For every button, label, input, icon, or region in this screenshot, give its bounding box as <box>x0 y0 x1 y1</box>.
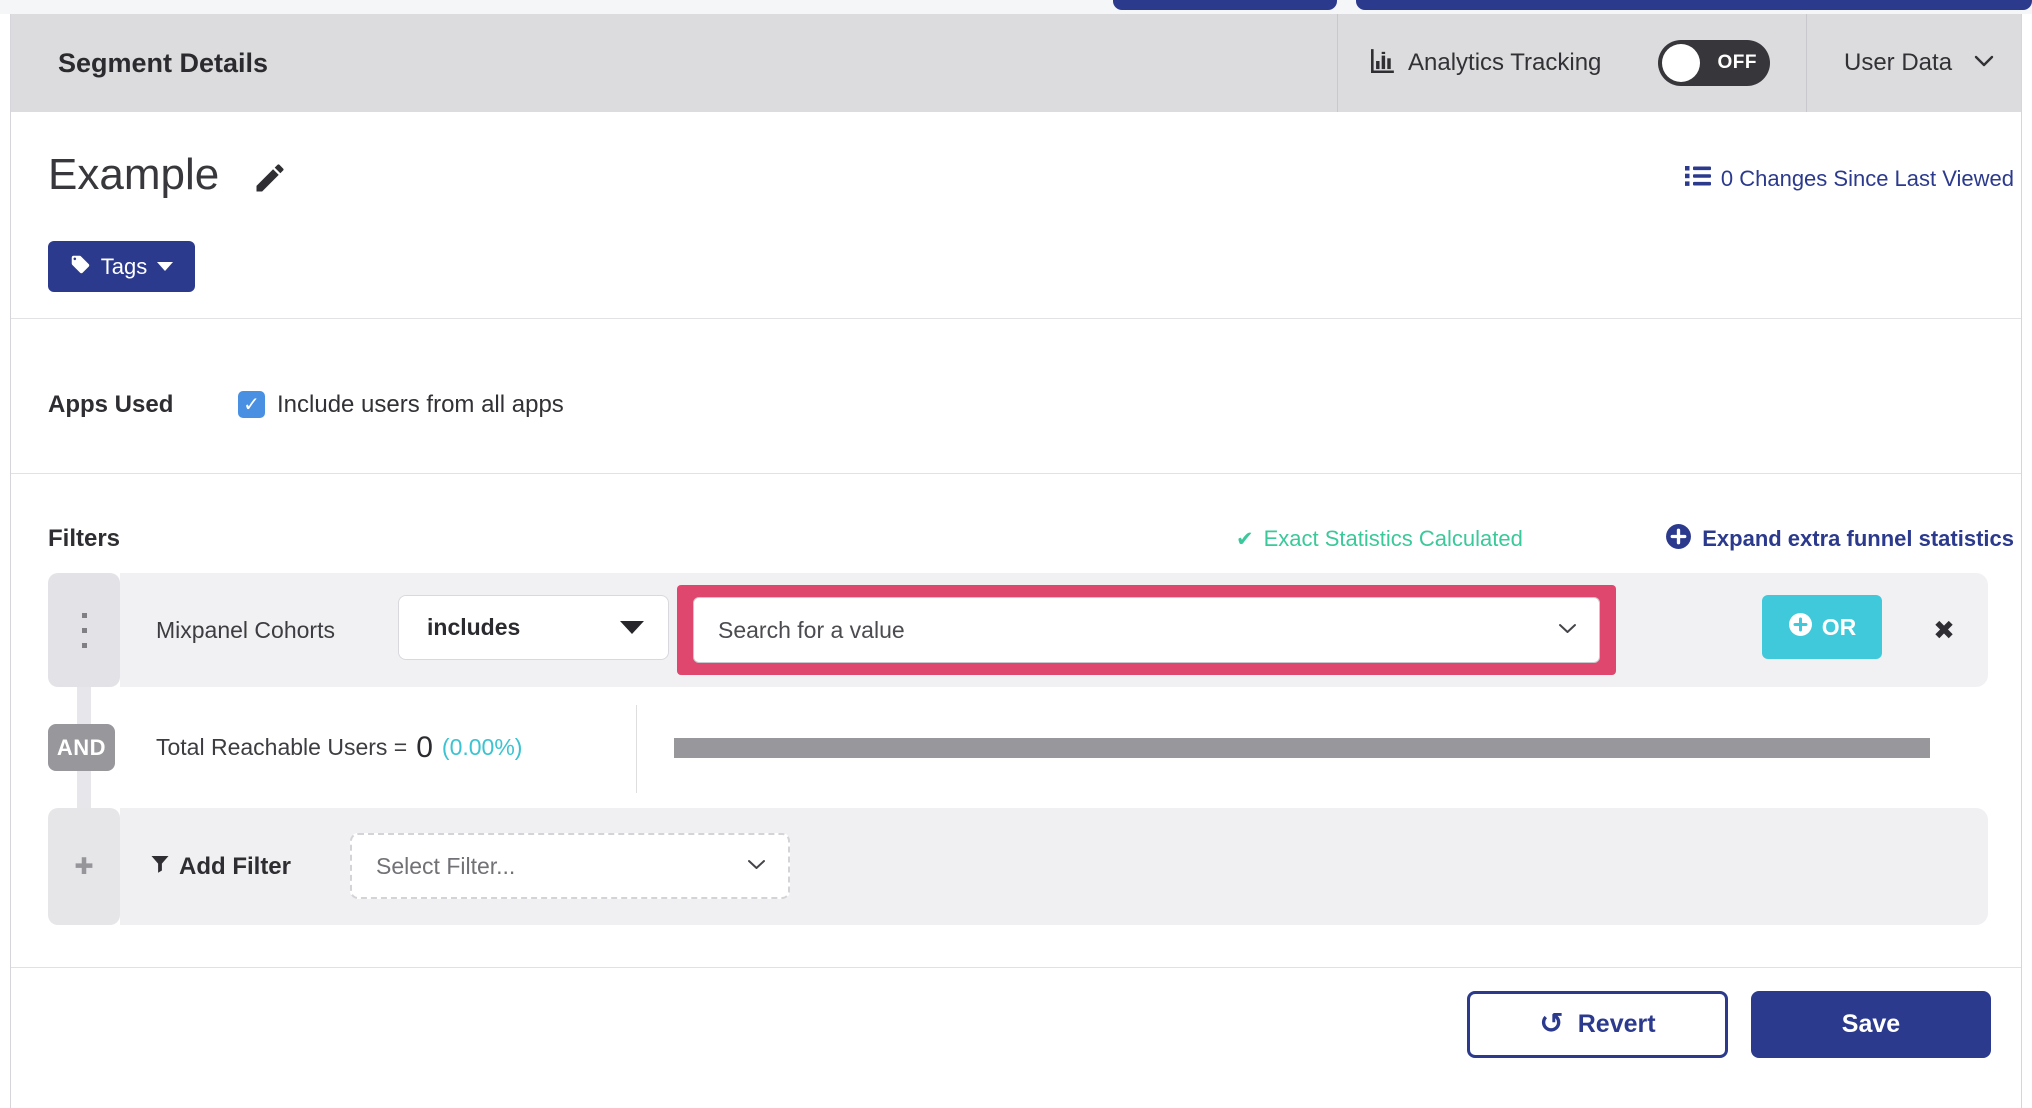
edit-pencil-icon[interactable] <box>252 160 288 196</box>
top-tab-right-button[interactable] <box>1356 0 2032 10</box>
changelog-list-icon <box>1684 165 1711 193</box>
tags-button[interactable]: Tags <box>48 241 195 292</box>
filter-drag-handle[interactable] <box>48 573 120 687</box>
include-all-apps-label: Include users from all apps <box>277 391 564 418</box>
or-button-label: OR <box>1821 613 1857 640</box>
remove-filter-button[interactable]: ✖ <box>1908 573 1980 687</box>
section-divider <box>11 318 2021 319</box>
page-title: Segment Details <box>58 48 269 78</box>
add-filter-label: Add Filter <box>179 852 291 880</box>
chevron-down-icon <box>747 857 766 875</box>
select-filter-dropdown[interactable]: Select Filter... <box>350 833 790 899</box>
plus-icon: ✚ <box>74 853 94 879</box>
reach-percent: (0.00%) <box>441 734 523 760</box>
value-select-placeholder: Search for a value <box>718 616 905 643</box>
add-filter-plus-box[interactable]: ✚ <box>48 808 120 925</box>
segment-details-page: Segment Details Analytics Tracking OFF U… <box>0 0 2032 1108</box>
exact-statistics-status: ✔ Exact Statistics Calculated <box>1236 515 1523 563</box>
reach-meter-bar <box>674 738 1930 758</box>
include-all-apps-checkbox[interactable]: ✓ <box>238 391 265 418</box>
toggle-knob[interactable] <box>1662 44 1700 82</box>
save-button-label: Save <box>1841 1010 1901 1038</box>
funnel-icon <box>150 854 170 880</box>
add-filter-group: Add Filter <box>150 808 291 925</box>
revert-button[interactable]: ↺ Revert <box>1467 991 1728 1058</box>
reach-value: 0 <box>416 730 433 764</box>
filter-operator-select[interactable]: includes <box>398 595 669 660</box>
checkmark-icon: ✓ <box>243 393 260 416</box>
expand-funnel-statistics-link[interactable]: Expand extra funnel statistics <box>1665 515 2014 563</box>
drag-dot <box>81 627 87 633</box>
segment-name: Example <box>48 150 220 199</box>
changes-link-label: 0 Changes Since Last Viewed <box>1720 166 2014 191</box>
frame-left-border <box>10 14 11 1108</box>
filters-title: Filters <box>48 525 121 552</box>
plus-circle-icon <box>1665 523 1692 556</box>
reach-divider <box>636 705 637 793</box>
plus-circle-icon <box>1788 612 1813 642</box>
analytics-tracking-label: Analytics Tracking <box>1408 49 1602 76</box>
operator-selected-value: includes <box>427 614 521 640</box>
value-select-highlight: Search for a value <box>677 585 1616 675</box>
user-data-dropdown[interactable]: User Data <box>1844 14 1994 112</box>
drag-dot <box>81 642 87 648</box>
tag-icon <box>70 254 91 280</box>
close-icon: ✖ <box>1933 614 1955 645</box>
filter-field-label: Mixpanel Cohorts <box>156 617 335 643</box>
filter-value-select[interactable]: Search for a value <box>693 597 1600 663</box>
drag-dot <box>81 612 87 618</box>
caret-down-icon <box>620 621 644 634</box>
exact-statistics-label: Exact Statistics Calculated <box>1263 526 1523 551</box>
tags-button-label: Tags <box>100 253 148 279</box>
save-button[interactable]: Save <box>1751 991 1991 1058</box>
total-reachable-users: Total Reachable Users = 0 (0.00%) <box>156 687 522 808</box>
top-tab-left-button[interactable] <box>1113 0 1337 10</box>
and-badge: AND <box>48 724 115 771</box>
apps-used-label: Apps Used <box>48 391 174 418</box>
frame-right-border <box>2021 14 2022 1108</box>
undo-icon: ↺ <box>1539 1008 1564 1040</box>
analytics-tracking-group: Analytics Tracking <box>1368 14 1601 112</box>
toggle-state-label: OFF <box>1717 52 1757 73</box>
header-divider <box>1337 14 1338 112</box>
check-icon: ✔ <box>1236 527 1254 551</box>
expand-link-label: Expand extra funnel statistics <box>1702 526 2014 551</box>
analytics-toggle[interactable]: OFF <box>1658 40 1770 86</box>
reach-label: Total Reachable Users = <box>156 734 408 760</box>
footer-divider <box>11 967 2021 968</box>
select-filter-placeholder: Select Filter... <box>376 852 516 879</box>
section-divider <box>11 473 2021 474</box>
caret-down-icon <box>157 262 174 271</box>
chevron-down-icon <box>1974 54 1994 72</box>
bar-chart-icon <box>1368 47 1396 80</box>
chevron-down-icon <box>1558 621 1577 639</box>
revert-button-label: Revert <box>1577 1010 1656 1038</box>
header-divider <box>1806 14 1807 112</box>
add-or-condition-button[interactable]: OR <box>1762 595 1882 659</box>
user-data-label: User Data <box>1844 49 1953 76</box>
changes-since-last-viewed-link[interactable]: 0 Changes Since Last Viewed <box>1684 165 2014 193</box>
